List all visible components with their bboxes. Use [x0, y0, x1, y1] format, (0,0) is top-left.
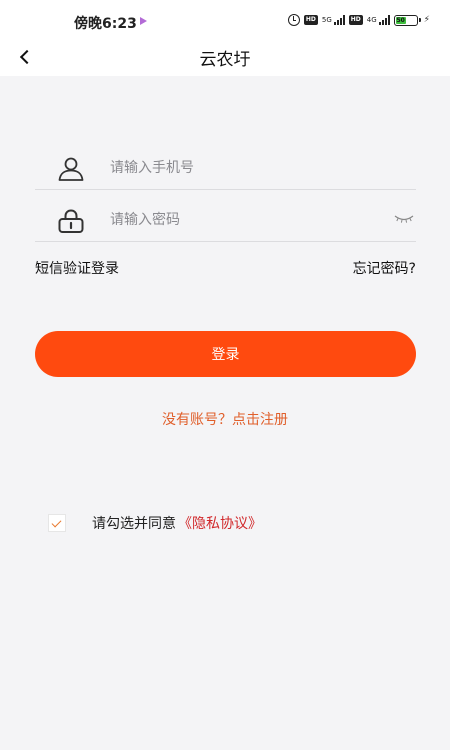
battery-icon: 50	[393, 14, 421, 26]
status-icons: HD 5G HD 4G 50 ⚡	[287, 14, 430, 26]
network-4g-label: 4G	[366, 15, 377, 24]
nav-bar: 云农圩	[0, 40, 450, 76]
signal-icon	[333, 15, 345, 25]
lock-icon	[58, 209, 84, 233]
charging-bolt-icon: ⚡	[423, 15, 430, 25]
sms-login-link[interactable]: 短信验证登录	[35, 258, 119, 278]
status-time: 傍晚6:23	[74, 16, 137, 32]
network-5g-label: 5G	[321, 15, 332, 24]
login-button[interactable]: 登录	[35, 331, 416, 377]
eye-closed-icon[interactable]	[394, 212, 414, 226]
forgot-password-link[interactable]: 忘记密码?	[353, 258, 416, 278]
battery-level: 50	[395, 16, 406, 24]
password-input[interactable]	[110, 208, 380, 232]
checkmark-icon	[51, 517, 62, 528]
hd-badge-2: HD	[348, 15, 363, 25]
alarm-icon	[287, 14, 300, 26]
register-link[interactable]: 没有账号？点击注册	[0, 409, 450, 429]
media-play-icon	[140, 17, 147, 25]
user-icon	[58, 157, 84, 181]
agreement-checkbox[interactable]	[48, 514, 66, 532]
login-options-row: 短信验证登录 忘记密码?	[35, 258, 416, 278]
status-bar: 傍晚6:23 HD 5G HD 4G 50 ⚡	[0, 0, 450, 40]
agreement-text: 请勾选并同意	[92, 516, 176, 532]
privacy-agreement: 请勾选并同意 《隐私协议》	[48, 513, 262, 533]
privacy-policy-link[interactable]: 《隐私协议》	[178, 513, 262, 533]
signal-icon-2	[378, 15, 390, 25]
password-field	[35, 198, 416, 242]
page-title: 云农圩	[199, 50, 251, 70]
phone-input[interactable]	[110, 156, 380, 180]
phone-field	[35, 146, 416, 190]
hd-badge: HD	[303, 15, 318, 25]
